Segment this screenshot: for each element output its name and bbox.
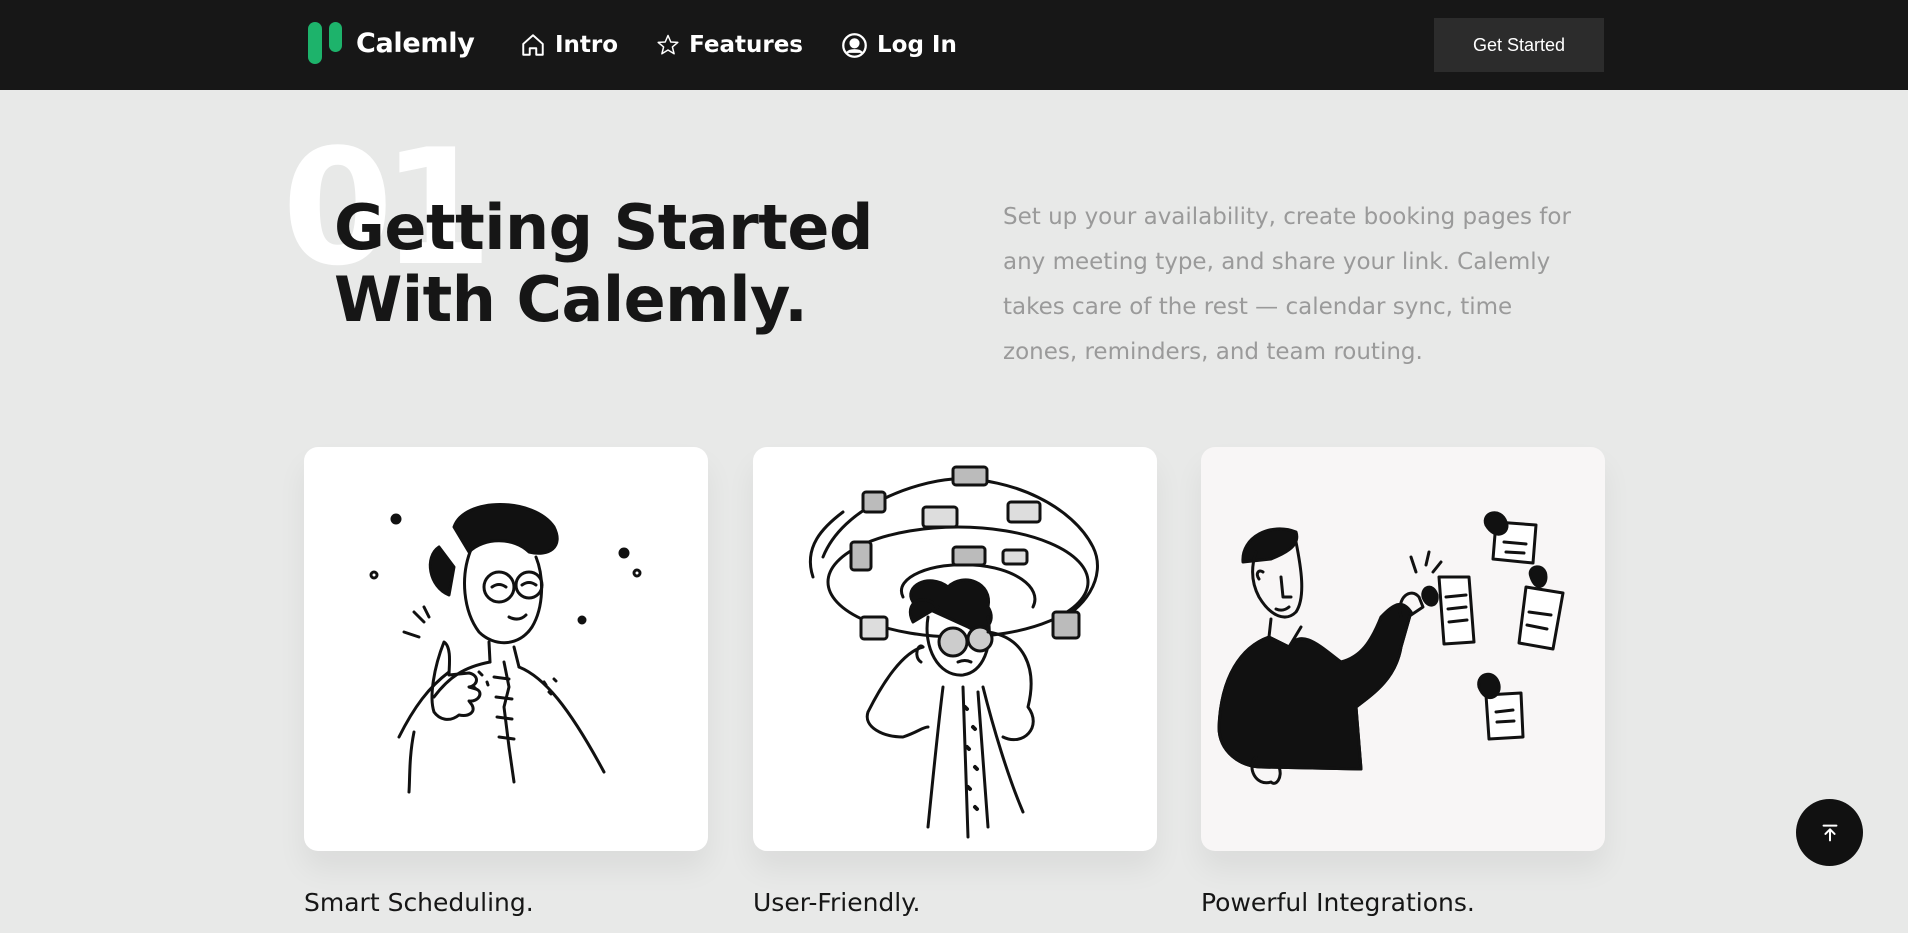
home-icon — [522, 34, 544, 56]
arrow-up-to-top-icon — [1822, 824, 1837, 841]
feature-title: Smart Scheduling. — [304, 888, 534, 917]
nav-item-login[interactable]: Log In — [841, 32, 957, 59]
feature-card-user-friendly[interactable] — [753, 447, 1157, 851]
thumbs-up-person-illustration — [369, 503, 642, 794]
top-navbar: Calemly Intro Features Log In Get Starte… — [0, 0, 1908, 90]
person-pinning-notes-illustration — [1217, 511, 1565, 785]
nav-item-intro[interactable]: Intro — [520, 32, 618, 58]
feature-card-powerful-integrations[interactable] — [1201, 447, 1605, 851]
brand-name: Calemly — [356, 27, 475, 59]
thinking-person-illustration — [808, 465, 1099, 839]
page-title-line-1: Getting Started — [334, 191, 873, 264]
calemly-logo-icon — [308, 20, 344, 66]
feature-card-smart-scheduling[interactable] — [304, 447, 708, 851]
get-started-button[interactable]: Get Started — [1434, 18, 1604, 72]
star-icon — [657, 34, 679, 55]
nav-item-label: Log In — [876, 32, 957, 58]
feature-title: User-Friendly. — [753, 888, 921, 917]
user-circle-icon — [842, 32, 867, 58]
scroll-to-top-button[interactable] — [1796, 799, 1863, 866]
main-nav: Intro Features Log In — [520, 24, 995, 66]
nav-item-features[interactable]: Features — [656, 32, 803, 58]
page-title: Getting Started With Calemly. — [334, 192, 873, 336]
brand-logo-link[interactable]: Calemly — [308, 20, 475, 66]
page-title-line-2: With Calemly. — [334, 263, 808, 336]
nav-item-label: Features — [689, 32, 803, 58]
nav-item-label: Intro — [555, 32, 619, 58]
feature-title: Powerful Integrations. — [1201, 888, 1475, 917]
hero-description: Set up your availability, create booking… — [1003, 204, 1571, 365]
